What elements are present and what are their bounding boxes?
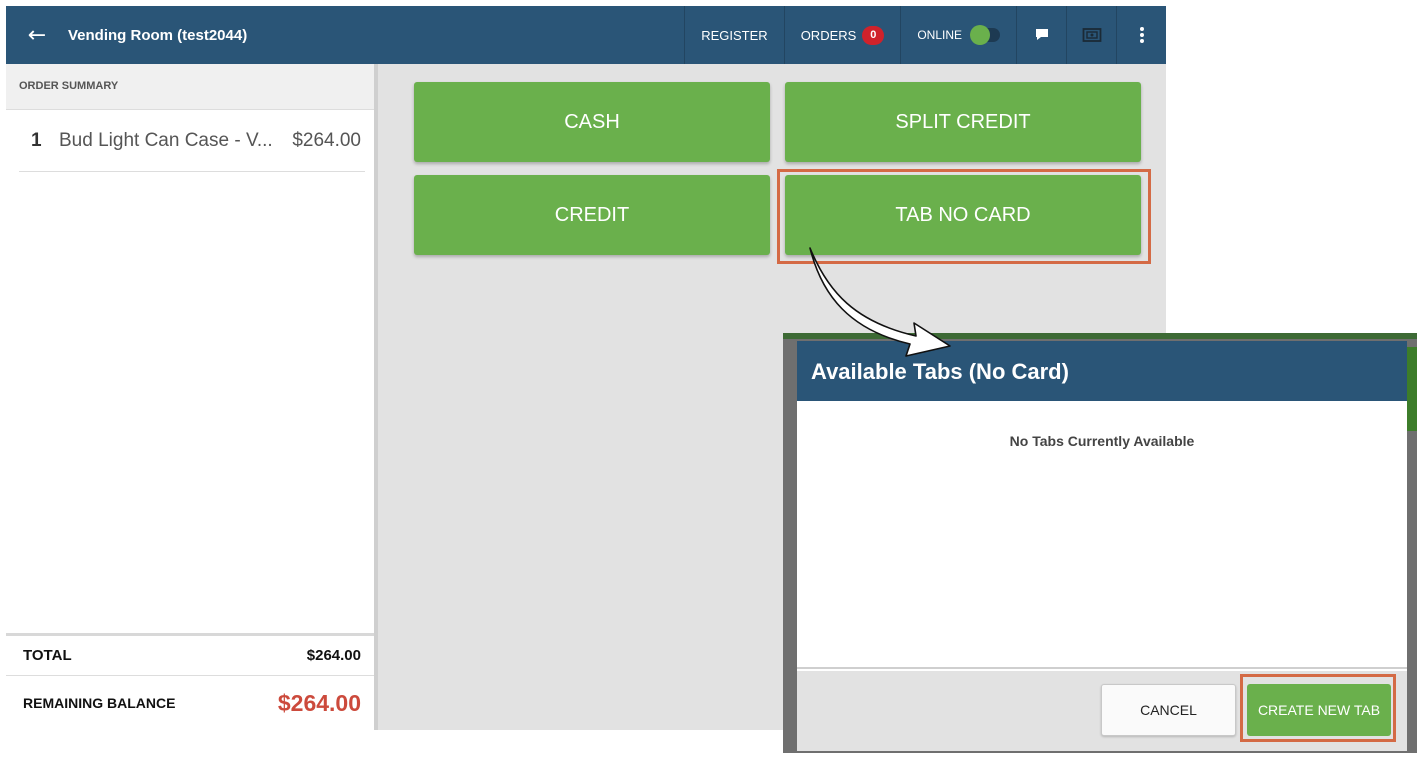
cancel-button[interactable]: CANCEL — [1101, 684, 1236, 736]
create-new-tab-highlight — [1240, 674, 1396, 742]
top-bar-actions: REGISTER ORDERS 0 ONLINE — [684, 6, 1166, 64]
total-label: TOTAL — [23, 647, 72, 664]
orders-button[interactable]: ORDERS 0 — [783, 6, 901, 64]
total-row: TOTAL $264.00 — [6, 633, 374, 675]
callout-arrow-icon — [809, 247, 951, 357]
more-menu-button[interactable] — [1116, 6, 1166, 64]
order-summary-header: ORDER SUMMARY — [6, 64, 374, 110]
remaining-balance-label: REMAINING BALANCE — [23, 695, 176, 711]
item-name: Bud Light Can Case - V... — [59, 129, 273, 151]
online-switch-knob — [970, 25, 990, 45]
top-bar: ← Vending Room (test2044) REGISTER ORDER… — [6, 6, 1166, 64]
total-value: $264.00 — [306, 647, 361, 664]
chat-button[interactable] — [1016, 6, 1066, 64]
item-quantity: 1 — [31, 129, 42, 151]
chat-icon — [1035, 29, 1048, 40]
online-toggle[interactable]: ONLINE — [900, 6, 1016, 64]
split-credit-button[interactable]: SPLIT CREDIT — [785, 82, 1141, 162]
back-arrow-icon[interactable]: ← — [6, 6, 68, 64]
cash-drawer-icon — [1082, 28, 1101, 42]
cash-drawer-button[interactable] — [1066, 6, 1116, 64]
totals-section: TOTAL $264.00 REMAINING BALANCE $264.00 — [6, 633, 374, 730]
orders-label: ORDERS — [800, 27, 857, 43]
credit-button[interactable]: CREDIT — [414, 175, 770, 255]
orders-count-badge: 0 — [862, 25, 885, 45]
online-label: ONLINE — [917, 28, 962, 42]
register-button[interactable]: REGISTER — [684, 6, 783, 64]
item-price: $264.00 — [292, 129, 361, 151]
more-vertical-icon — [1139, 27, 1144, 43]
empty-tabs-message: No Tabs Currently Available — [1009, 433, 1195, 449]
remaining-balance-row: REMAINING BALANCE $264.00 — [6, 675, 374, 730]
page-title: Vending Room (test2044) — [68, 26, 248, 44]
online-switch[interactable] — [970, 25, 1000, 45]
remaining-balance-value: $264.00 — [277, 689, 361, 716]
order-summary-panel: ORDER SUMMARY 1 Bud Light Can Case - V..… — [6, 64, 378, 730]
dialog-body: No Tabs Currently Available — [797, 401, 1407, 669]
list-item[interactable]: 1 Bud Light Can Case - V... $264.00 — [19, 110, 365, 172]
cash-button[interactable]: CASH — [414, 82, 770, 162]
